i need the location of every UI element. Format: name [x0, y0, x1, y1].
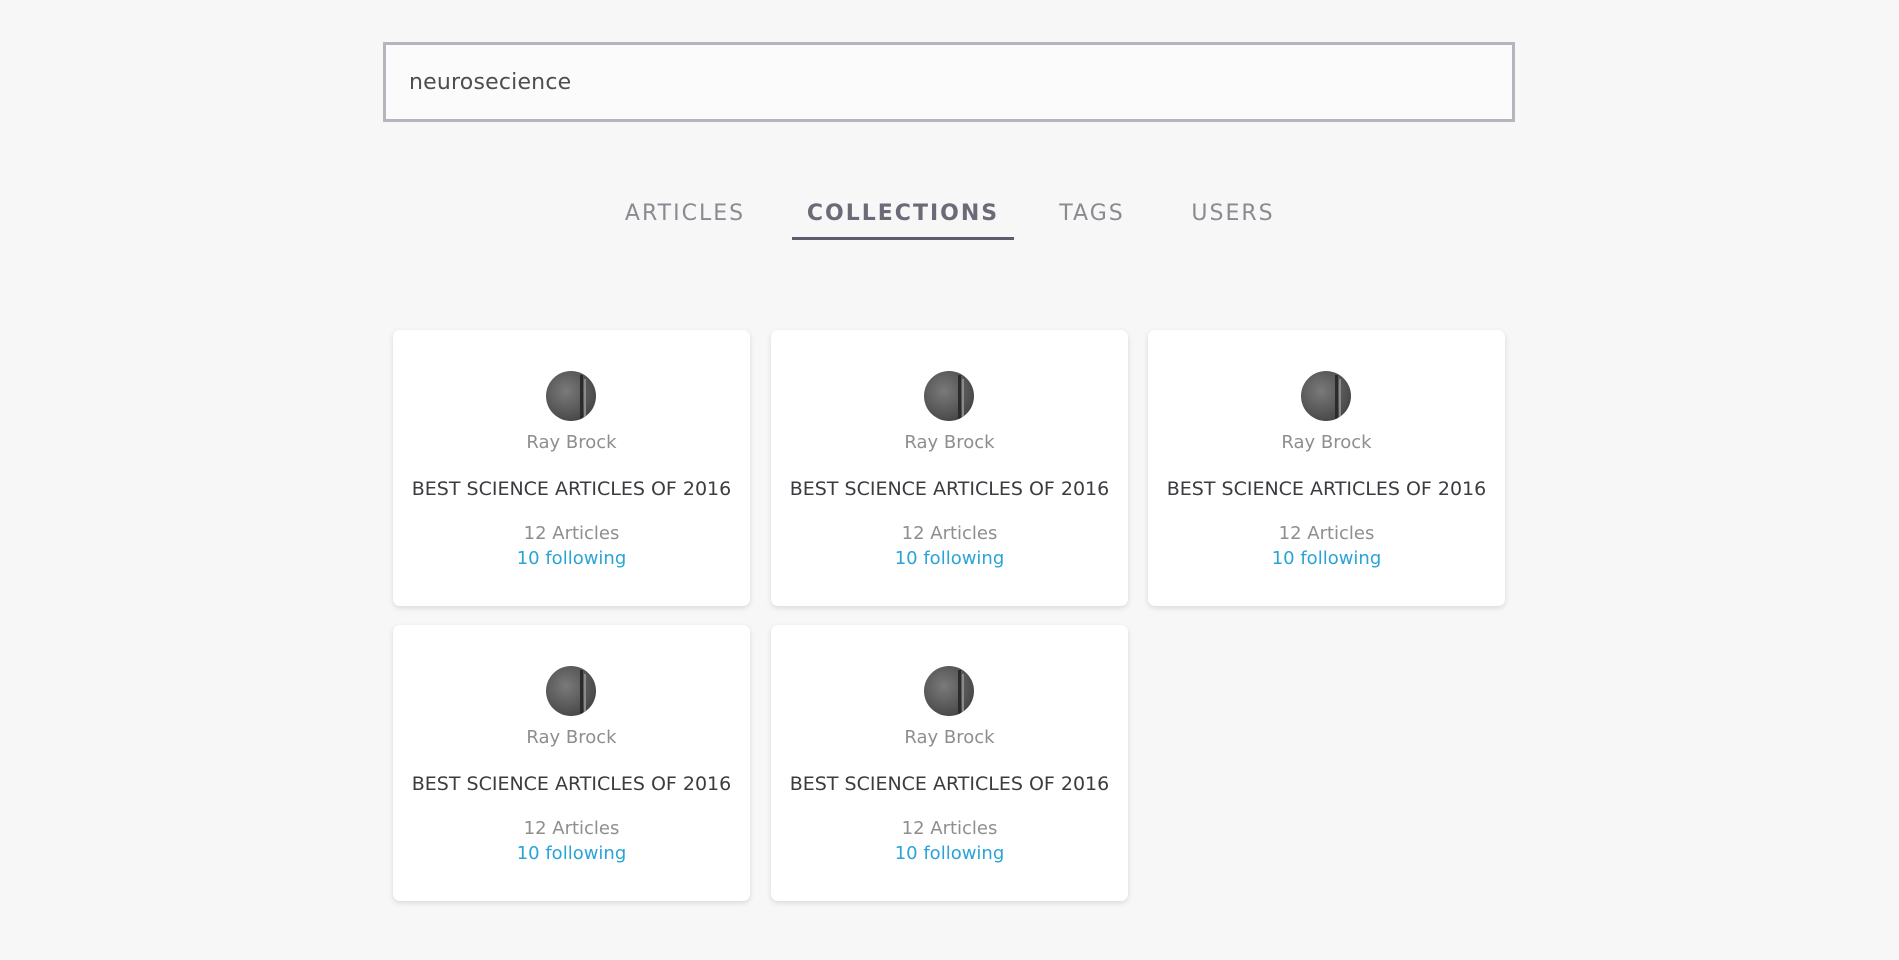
collection-title[interactable]: BEST SCIENCE ARTICLES OF 2016 [393, 478, 750, 500]
avatar[interactable] [546, 666, 596, 716]
search-box [383, 42, 1515, 122]
collection-card[interactable]: Ray Brock BEST SCIENCE ARTICLES OF 2016 … [393, 330, 750, 606]
tab-articles[interactable]: ARTICLES [618, 196, 752, 240]
search-results-page: ARTICLES COLLECTIONS TAGS USERS Ray Broc… [0, 0, 1899, 960]
collection-article-count: 12 Articles [1278, 523, 1375, 544]
collection-author[interactable]: Ray Brock [393, 432, 750, 453]
collection-article-count: 12 Articles [901, 818, 998, 839]
avatar[interactable] [546, 371, 596, 421]
collection-following-link[interactable]: 10 following [771, 548, 1128, 569]
result-tabs: ARTICLES COLLECTIONS TAGS USERS [0, 196, 1899, 244]
collection-following-link[interactable]: 10 following [771, 843, 1128, 864]
collection-following-link[interactable]: 10 following [393, 843, 750, 864]
collection-author[interactable]: Ray Brock [771, 727, 1128, 748]
tab-collections[interactable]: COLLECTIONS [792, 196, 1014, 240]
collection-article-count: 12 Articles [901, 523, 998, 544]
avatar[interactable] [924, 666, 974, 716]
search-input[interactable] [386, 45, 1512, 119]
collection-title[interactable]: BEST SCIENCE ARTICLES OF 2016 [1148, 478, 1505, 500]
collection-title[interactable]: BEST SCIENCE ARTICLES OF 2016 [393, 773, 750, 795]
collection-author[interactable]: Ray Brock [771, 432, 1128, 453]
collection-following-link[interactable]: 10 following [1148, 548, 1505, 569]
avatar[interactable] [924, 371, 974, 421]
collection-following-link[interactable]: 10 following [393, 548, 750, 569]
collection-card[interactable]: Ray Brock BEST SCIENCE ARTICLES OF 2016 … [771, 625, 1128, 901]
collection-author[interactable]: Ray Brock [1148, 432, 1505, 453]
collection-article-count: 12 Articles [523, 818, 620, 839]
tab-users[interactable]: USERS [1186, 196, 1280, 240]
collection-author[interactable]: Ray Brock [393, 727, 750, 748]
collection-card[interactable]: Ray Brock BEST SCIENCE ARTICLES OF 2016 … [1148, 330, 1505, 606]
collection-card[interactable]: Ray Brock BEST SCIENCE ARTICLES OF 2016 … [771, 330, 1128, 606]
avatar[interactable] [1301, 371, 1351, 421]
collection-article-count: 12 Articles [523, 523, 620, 544]
tab-tags[interactable]: TAGS [1054, 196, 1130, 240]
collection-title[interactable]: BEST SCIENCE ARTICLES OF 2016 [771, 773, 1128, 795]
collection-title[interactable]: BEST SCIENCE ARTICLES OF 2016 [771, 478, 1128, 500]
collection-card[interactable]: Ray Brock BEST SCIENCE ARTICLES OF 2016 … [393, 625, 750, 901]
